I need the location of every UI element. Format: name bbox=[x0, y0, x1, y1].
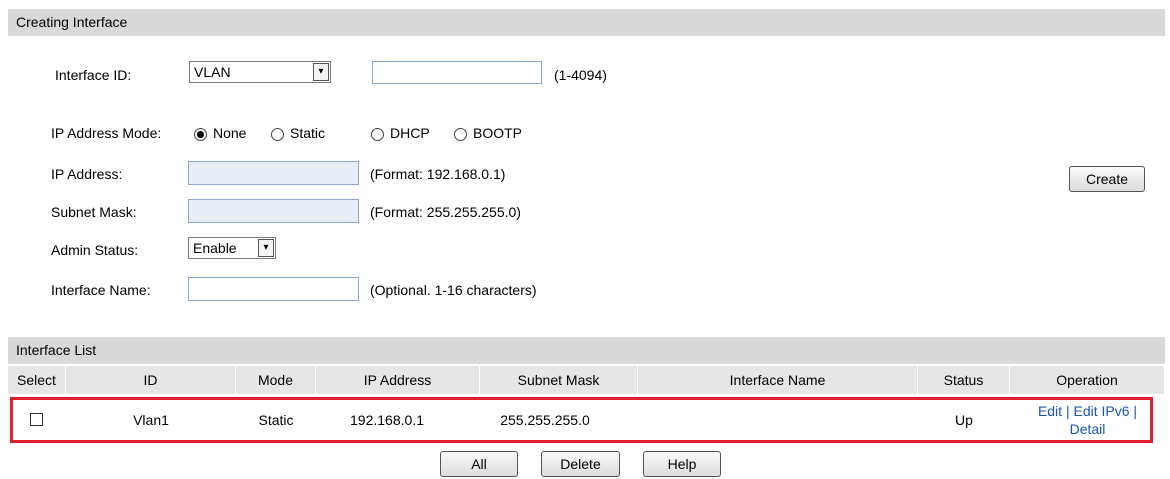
subnet-mask-input[interactable] bbox=[188, 199, 359, 223]
interface-id-type-select[interactable]: VLAN ▾ bbox=[189, 61, 331, 83]
col-id: ID bbox=[66, 366, 236, 394]
ip-mode-static-label: Static bbox=[290, 125, 326, 141]
interface-id-type-value: VLAN bbox=[194, 64, 231, 80]
ip-address-hint: (Format: 192.168.0.1) bbox=[370, 166, 506, 182]
subnet-mask-label: Subnet Mask: bbox=[51, 204, 137, 220]
interface-id-hint: (1-4094) bbox=[554, 67, 607, 83]
ip-mode-bootp-radio[interactable]: BOOTP bbox=[454, 124, 522, 142]
col-select: Select bbox=[8, 366, 66, 394]
interface-list-header: Interface List bbox=[8, 337, 1165, 364]
interface-name-label: Interface Name: bbox=[51, 282, 151, 298]
admin-status-select[interactable]: Enable ▾ bbox=[188, 237, 276, 259]
creating-interface-header: Creating Interface bbox=[8, 9, 1165, 36]
col-operation: Operation bbox=[1010, 366, 1165, 394]
col-subnet-mask: Subnet Mask bbox=[480, 366, 638, 394]
create-button[interactable]: Create bbox=[1069, 166, 1145, 192]
ip-mode-bootp-label: BOOTP bbox=[473, 125, 523, 141]
ip-mode-static-radio[interactable]: Static bbox=[271, 124, 325, 142]
col-interface-name: Interface Name bbox=[638, 366, 918, 394]
ip-mode-none-label: None bbox=[213, 125, 247, 141]
chevron-down-icon: ▾ bbox=[258, 239, 274, 257]
row-highlight-box bbox=[10, 397, 1153, 443]
radio-unchecked-icon bbox=[454, 127, 467, 141]
ip-address-input[interactable] bbox=[188, 161, 359, 185]
help-button[interactable]: Help bbox=[643, 451, 721, 477]
subnet-mask-hint: (Format: 255.255.255.0) bbox=[370, 204, 521, 220]
interface-name-hint: (Optional. 1-16 characters) bbox=[370, 282, 537, 298]
ip-address-label: IP Address: bbox=[51, 166, 123, 182]
col-status: Status bbox=[918, 366, 1010, 394]
ip-mode-dhcp-radio[interactable]: DHCP bbox=[371, 124, 430, 142]
col-ip-address: IP Address bbox=[316, 366, 480, 394]
col-mode: Mode bbox=[236, 366, 316, 394]
delete-button[interactable]: Delete bbox=[541, 451, 620, 477]
interface-id-label: Interface ID: bbox=[55, 67, 132, 83]
ip-mode-none-radio[interactable]: None bbox=[194, 124, 246, 142]
interface-id-input[interactable] bbox=[372, 61, 542, 84]
radio-unchecked-icon bbox=[271, 127, 284, 141]
admin-status-label: Admin Status: bbox=[51, 242, 139, 258]
all-button[interactable]: All bbox=[440, 451, 518, 477]
radio-checked-icon bbox=[194, 127, 207, 141]
ip-mode-label: IP Address Mode: bbox=[51, 125, 162, 141]
ip-mode-dhcp-label: DHCP bbox=[390, 125, 430, 141]
chevron-down-icon: ▾ bbox=[313, 63, 329, 81]
interface-name-input[interactable] bbox=[188, 277, 359, 301]
radio-unchecked-icon bbox=[371, 127, 384, 141]
admin-status-value: Enable bbox=[193, 240, 237, 256]
